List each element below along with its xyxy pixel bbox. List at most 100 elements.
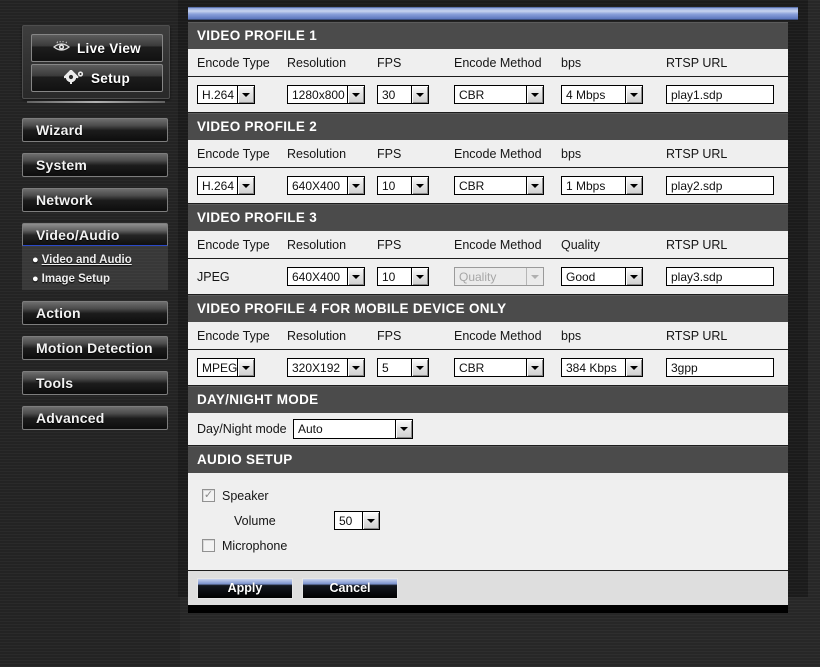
encode-method-select-3: Quality (454, 267, 544, 286)
day-night-mode-select[interactable]: Auto (293, 419, 413, 439)
microphone-checkbox[interactable] (202, 539, 215, 552)
profile-1-values: H.264 1280x800 30 CBR 4 Mbps play1.sdp (188, 77, 788, 113)
chevron-down-icon (347, 359, 364, 376)
rtsp-url-input-1[interactable] (666, 85, 774, 104)
encode-method-select-2[interactable]: CBR (454, 176, 544, 195)
fps-select-1[interactable]: 30 (377, 85, 429, 104)
sidebar-item-video-audio[interactable]: Video/Audio (22, 223, 168, 247)
volume-row: Volume 50 (188, 508, 788, 533)
encode-method-select-4[interactable]: CBR (454, 358, 544, 377)
live-view-label: Live View (77, 40, 141, 56)
bullet-icon: ● (32, 254, 39, 266)
rtsp-url-input-3[interactable] (666, 267, 774, 286)
bps-select-2[interactable]: 1 Mbps (561, 176, 643, 195)
settings-panel: VIDEO PROFILE 1 Encode Type Resolution F… (188, 22, 788, 613)
col-rtsp-url: RTSP URL (666, 237, 728, 252)
col-resolution: Resolution (287, 328, 347, 343)
sidebar: Live View Setup Wizard System Network Vi… (0, 0, 180, 667)
col-encode-method: Encode Method (454, 328, 542, 343)
sidebar-item-motion-detection[interactable]: Motion Detection (22, 336, 168, 360)
fps-value-2: 10 (382, 178, 396, 193)
sidebar-item-system[interactable]: System (22, 153, 168, 177)
chevron-down-icon (411, 268, 428, 285)
col-encode-type: Encode Type (197, 55, 270, 70)
encode-method-value-2: CBR (459, 178, 485, 193)
sidebar-subitem-image-setup[interactable]: ● Image Setup (32, 273, 110, 285)
encode-type-select-4[interactable]: MPEG4 (197, 358, 255, 377)
rtsp-url-input-4[interactable] (666, 358, 774, 377)
profile-4-values: MPEG4 320X192 5 (188, 350, 788, 386)
col-rate: Quality (561, 237, 600, 252)
bps-value-1: 4 Mbps (566, 87, 606, 102)
live-view-button[interactable]: Live View (31, 34, 163, 62)
chevron-down-icon (625, 359, 642, 376)
encode-type-value-2: H.264 (202, 178, 235, 193)
day-night-mode-value: Auto (298, 422, 323, 436)
setup-label: Setup (90, 70, 130, 86)
rtsp-url-input-2[interactable] (666, 176, 774, 195)
bps-value-4: 384 Kbps (566, 360, 617, 375)
audio-setup-body: ✓ Speaker Volume 50 Microphone (188, 473, 788, 571)
chevron-down-icon (237, 177, 254, 194)
profile-3-column-headers: Encode Type Resolution FPS Encode Method… (188, 231, 788, 259)
title-bar (188, 7, 798, 20)
resolution-select-1[interactable]: 1280x800 (287, 85, 365, 104)
sidebar-item-label: Action (36, 305, 81, 321)
setup-button[interactable]: Setup (31, 64, 163, 92)
sidebar-item-wizard[interactable]: Wizard (22, 118, 168, 142)
col-fps: FPS (377, 146, 402, 161)
sidebar-item-label: Wizard (36, 122, 83, 138)
encode-type-select-2[interactable]: H.264 (197, 176, 255, 195)
section-header-profile-1: VIDEO PROFILE 1 (188, 22, 788, 49)
resolution-select-2[interactable]: 640X400 (287, 176, 365, 195)
chevron-down-icon (625, 86, 642, 103)
profile-4-column-headers: Encode Type Resolution FPS Encode Method… (188, 322, 788, 350)
col-rate: bps (561, 328, 582, 343)
sidebar-item-tools[interactable]: Tools (22, 371, 168, 395)
speaker-row: ✓ Speaker (188, 483, 788, 508)
speaker-label: Speaker (222, 488, 269, 503)
sidebar-item-advanced[interactable]: Advanced (22, 406, 168, 430)
resolution-value-2: 640X400 (292, 178, 341, 193)
fps-select-4[interactable]: 5 (377, 358, 429, 377)
resolution-value-3: 640X400 (292, 269, 341, 284)
encode-type-value-4: MPEG4 (202, 360, 237, 375)
encode-type-select-1[interactable]: H.264 (197, 85, 255, 104)
chevron-down-icon (526, 86, 543, 103)
quality-select-3[interactable]: Good (561, 267, 643, 286)
sidebar-item-action[interactable]: Action (22, 301, 168, 325)
profile-1-body: Encode Type Resolution FPS Encode Method… (188, 49, 788, 113)
resolution-select-3[interactable]: 640X400 (287, 267, 365, 286)
volume-value: 50 (339, 513, 353, 528)
encode-method-select-1[interactable]: CBR (454, 85, 544, 104)
col-rate: bps (561, 146, 582, 161)
chevron-down-icon (411, 86, 428, 103)
sidebar-item-label: Tools (36, 375, 74, 391)
sidebar-subitem-video-and-audio[interactable]: ● Video and Audio (32, 254, 132, 266)
chevron-down-icon (395, 420, 412, 438)
resolution-select-4[interactable]: 320X192 (287, 358, 365, 377)
bps-select-1[interactable]: 4 Mbps (561, 85, 643, 104)
col-encode-type: Encode Type (197, 328, 270, 343)
apply-button[interactable]: Apply (197, 577, 293, 599)
sidebar-item-label: Motion Detection (36, 340, 153, 356)
fps-select-3[interactable]: 10 (377, 267, 429, 286)
col-encode-type: Encode Type (197, 146, 270, 161)
encode-method-value-4: CBR (459, 360, 485, 375)
col-rtsp-url: RTSP URL (666, 146, 728, 161)
cancel-button[interactable]: Cancel (302, 577, 398, 599)
speaker-checkbox[interactable]: ✓ (202, 489, 215, 502)
fps-value-4: 5 (382, 360, 389, 375)
sidebar-top-panel: Live View Setup (22, 25, 170, 103)
profile-1-column-headers: Encode Type Resolution FPS Encode Method… (188, 49, 788, 77)
chevron-down-icon (237, 86, 254, 103)
sidebar-item-network[interactable]: Network (22, 188, 168, 212)
col-encode-method: Encode Method (454, 146, 542, 161)
fps-select-2[interactable]: 10 (377, 176, 429, 195)
bps-select-4[interactable]: 384 Kbps (561, 358, 643, 377)
col-resolution: Resolution (287, 237, 347, 252)
volume-select[interactable]: 50 (334, 511, 380, 530)
sidebar-item-label: System (36, 157, 88, 173)
profile-3-values: JPEG 640X400 10 Quality Good play3.sdp (188, 259, 788, 295)
resolution-value-4: 320X192 (292, 360, 341, 375)
